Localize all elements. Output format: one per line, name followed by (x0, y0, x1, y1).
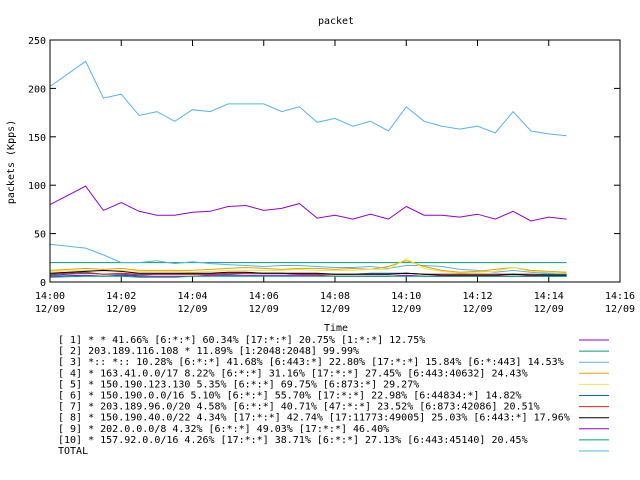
x-tick-date-label: 12/09 (462, 304, 492, 315)
y-tick-label: 250 (28, 36, 46, 47)
legend-label-5: [ 5] * 150.190.123.130 5.35% [6:*:*] 69.… (58, 379, 419, 390)
x-tick-time-label: 14:14 (534, 291, 564, 302)
x-tick-date-label: 12/09 (106, 304, 136, 315)
y-axis-label: packets (Kpps) (6, 120, 17, 204)
legend-label-1: [ 1] * * 41.66% [6:*:*] 60.34% [17:*:*] … (58, 335, 425, 346)
legend-label-6: [ 6] * 150.190.0.0/16 5.10% [6:*:*] 55.7… (58, 391, 522, 402)
x-tick-time-label: 14:00 (35, 291, 65, 302)
legend-label-11: TOTAL (58, 446, 88, 457)
x-tick-time-label: 14:12 (462, 291, 492, 302)
x-tick-date-label: 12/09 (391, 304, 421, 315)
y-tick-label: 200 (28, 84, 46, 95)
x-tick-date-label: 12/09 (605, 304, 635, 315)
x-tick-time-label: 14:02 (106, 291, 136, 302)
packet-chart: packet packets (Kpps) Time 0 50 100 150 200 2… (6, 16, 635, 457)
plot-frame (49, 39, 621, 283)
y-axis-ticks: 0 50 100 150 200 250 (28, 36, 620, 289)
x-tick-time-label: 14:16 (605, 291, 635, 302)
series-line-10 (49, 275, 567, 278)
legend-label-8: [ 8] * 150.190.40.0/22 4.34% [17:*:*] 42… (58, 413, 570, 424)
legend-label-10: [10] * 157.92.0.0/16 4.26% [17:*:*] 38.7… (58, 435, 528, 446)
y-tick-label: 0 (40, 278, 46, 289)
legend-label-9: [ 9] * 202.0.0.0/8 4.32% [6:*:*] 49.03% … (58, 424, 389, 435)
series-line-11 (49, 60, 567, 137)
x-tick-date-label: 12/09 (534, 304, 564, 315)
y-tick-label: 150 (28, 133, 46, 144)
x-tick-time-label: 14:04 (177, 291, 207, 302)
legend-label-4: [ 4] * 163.41.0.0/17 8.22% [6:*:*] 31.16… (58, 368, 528, 379)
x-tick-date-label: 12/09 (35, 304, 65, 315)
x-tick-time-label: 14:08 (320, 291, 350, 302)
y-tick-label: 50 (34, 230, 46, 241)
series-line-1 (49, 185, 567, 222)
legend-label-2: [ 2] 203.189.116.108 * 11.89% [1:2048:20… (58, 346, 359, 357)
y-tick-label: 100 (28, 181, 46, 192)
legend: [ 1] * * 41.66% [6:*:*] 60.34% [17:*:*] … (58, 335, 609, 457)
x-tick-date-label: 12/09 (177, 304, 207, 315)
legend-label-3: [ 3] *:: *:: 10.28% [6:*:*] 41.68% [6:44… (58, 357, 564, 368)
x-axis-label: Time (324, 323, 348, 334)
legend-label-7: [ 7] * 203.189.96.0/20 4.58% [6:*:*] 40.… (58, 402, 540, 413)
chart-title: packet (318, 16, 354, 27)
x-tick-time-label: 14:10 (391, 291, 421, 302)
series-lines (49, 60, 567, 278)
x-tick-date-label: 12/09 (320, 304, 350, 315)
x-tick-date-label: 12/09 (249, 304, 279, 315)
x-tick-time-label: 14:06 (249, 291, 279, 302)
